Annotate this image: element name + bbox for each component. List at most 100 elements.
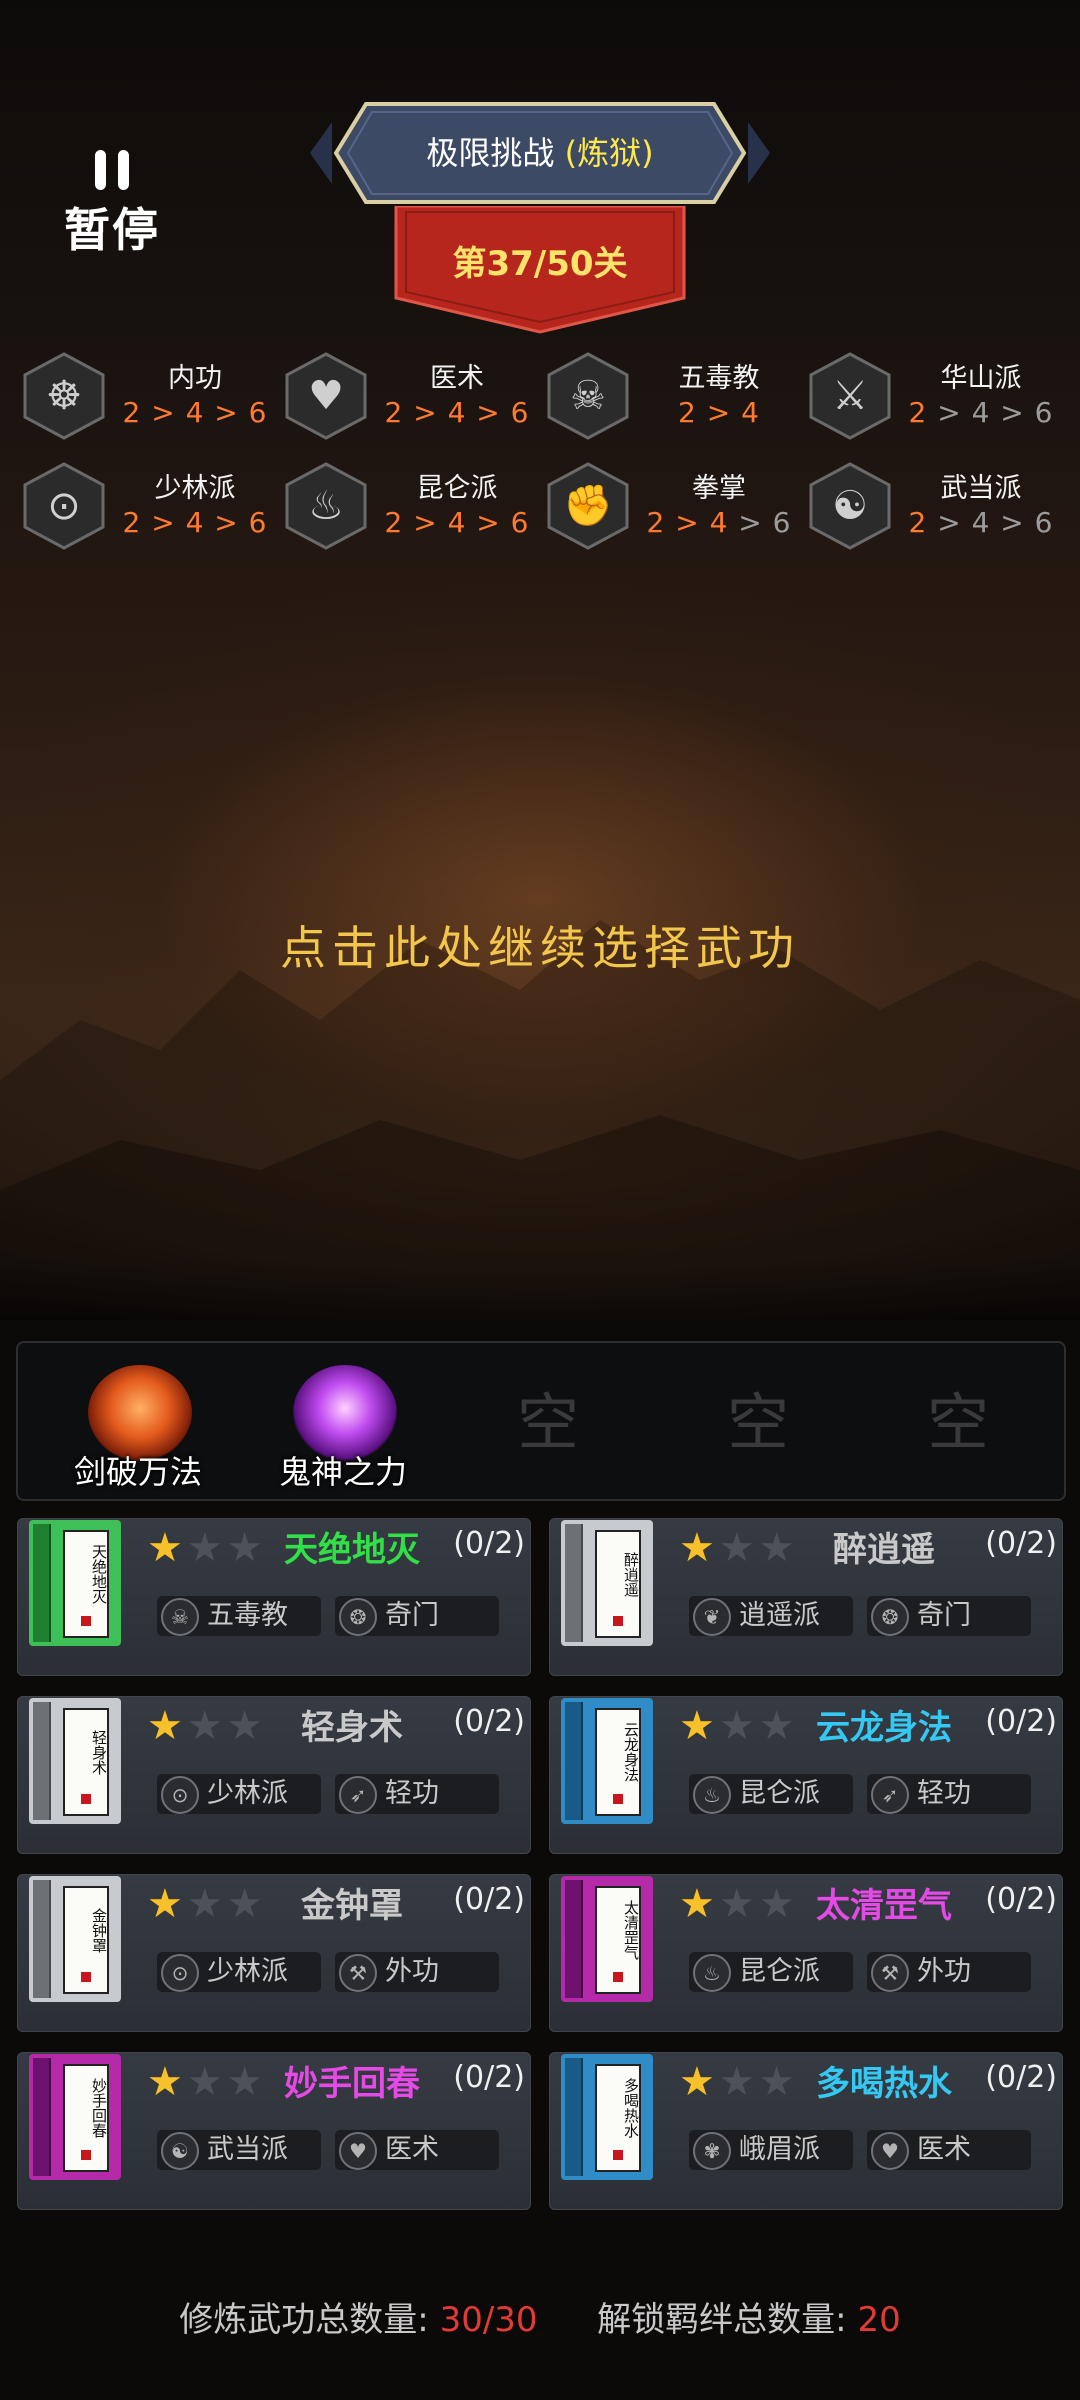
prayer-beads-icon: ⊙ [22,462,106,550]
equipped-skill-bar: 剑破万法 鬼神之力空空空 [16,1341,1066,1501]
bond-item[interactable]: ♥ 医术 2 > 4 > 6 [284,350,544,442]
star-icon: ★ [679,1525,715,1571]
skill-book-icon: 醉逍遥 [561,1520,653,1646]
book-title: 醉逍遥 [622,1551,640,1597]
sect-tag: ☠ 五毒教 [157,1596,321,1636]
bond-tiers: 2 > 4 > 6 [646,506,792,539]
axe-icon: ⚒ [339,1954,377,1992]
qimen-icon: ❂ [871,1598,909,1636]
type-tag: ❂ 奇门 [867,1596,1031,1636]
skill-book-icon: 云龙身法 [561,1698,653,1824]
star-icon: ★ [186,2059,223,2105]
bond-item[interactable]: ☸ 内功 2 > 4 > 6 [22,350,282,442]
bond-item[interactable]: ⊙ 少林派 2 > 4 > 6 [22,460,282,552]
star-rating: ★ ★ ★ [679,1528,799,1570]
skill-progress: (0/2) [453,2060,525,2095]
bond-count-value: 20 [857,2300,901,2340]
equipped-skill-slot[interactable]: 鬼神之力 [243,1343,443,1499]
star-rating: ★ ★ ★ [679,1706,799,1748]
pause-icon [52,150,172,190]
skill-card[interactable]: 妙手回春 ★ ★ ★ 妙手回春 (0/2) ☯ 武当派 ♥ 医术 [17,2052,531,2210]
skill-name: 轻身术 [301,1708,403,1748]
heart-hand-icon: ♥ [339,2132,377,2170]
book-title: 妙手回春 [90,2078,108,2138]
skill-progress: (0/2) [985,2060,1057,2095]
flame-icon: ♨ [284,462,368,550]
skill-name: 金钟罩 [301,1886,403,1926]
empty-skill-slot[interactable]: 空 [448,1343,648,1499]
skill-card[interactable]: 金钟罩 ★ ★ ★ 金钟罩 (0/2) ⊙ 少林派 ⚒ 外功 [17,1874,531,2032]
empty-slot-label: 空 [488,1369,608,1473]
book-title: 天绝地灭 [90,1544,108,1604]
star-rating: ★ ★ ★ [147,2062,267,2104]
type-tag: ➶ 轻功 [867,1774,1031,1814]
bond-name: 华山派 [940,363,1022,394]
skill-card[interactable]: 醉逍遥 ★ ★ ★ 醉逍遥 (0/2) ❦ 逍遥派 ❂ 奇门 [549,1518,1063,1676]
skill-name: 醉逍遥 [833,1530,935,1570]
star-icon: ★ [147,1881,183,1927]
star-icon: ★ [718,1703,755,1749]
skill-name: 云龙身法 [816,1708,952,1748]
star-icon: ★ [186,1525,223,1571]
bond-item[interactable]: ✊ 拳掌 2 > 4 > 6 [546,460,806,552]
skill-book-icon: 轻身术 [29,1698,121,1824]
skill-name: 太清罡气 [816,1886,952,1926]
book-title: 云龙身法 [622,1722,640,1782]
trained-count-value: 30/30 [439,2300,538,2340]
empty-skill-slot[interactable]: 空 [858,1343,1058,1499]
bond-tiers: 2 > 4 > 6 [384,506,530,539]
book-title: 太清罡气 [622,1900,640,1960]
bond-item[interactable]: ☯ 武当派 2 > 4 > 6 [808,460,1068,552]
pause-button[interactable]: 暂停 [52,140,172,260]
bond-item[interactable]: ♨ 昆仑派 2 > 4 > 6 [284,460,544,552]
skill-book-icon: 天绝地灭 [29,1520,121,1646]
star-icon: ★ [679,1703,715,1749]
skill-progress: (0/2) [453,1704,525,1739]
skill-book-icon: 太清罡气 [561,1876,653,2002]
equipped-skill-slot[interactable]: 剑破万法 [38,1343,238,1499]
star-icon: ★ [718,1881,755,1927]
bond-name: 武当派 [940,473,1022,504]
sect-tag: ❦ 逍遥派 [689,1596,853,1636]
skill-book-icon: 金钟罩 [29,1876,121,2002]
star-icon: ★ [147,1525,183,1571]
skill-card[interactable]: 轻身术 ★ ★ ★ 轻身术 (0/2) ⊙ 少林派 ➶ 轻功 [17,1696,531,1854]
skill-card[interactable]: 天绝地灭 ★ ★ ★ 天绝地灭 (0/2) ☠ 五毒教 ❂ 奇门 [17,1518,531,1676]
bond-item[interactable]: ☠ 五毒教 2 > 4 [546,350,806,442]
pause-label: 暂停 [64,203,160,257]
title-mode: (炼狱) [564,134,654,172]
flame-icon: ♨ [693,1776,731,1814]
bond-name: 内功 [168,363,222,394]
taiji-icon: ☯ [808,462,892,550]
bond-tiers: 2 > 4 [678,396,760,429]
sect-tag: ☯ 武当派 [157,2130,321,2170]
meditation-icon: ☸ [22,352,106,440]
sect-tag: ⊙ 少林派 [157,1774,321,1814]
xiaoyao-icon: ❦ [693,1598,731,1636]
trained-count-label: 修炼武功总数量: [179,2300,429,2340]
emei-icon: ✾ [693,2132,731,2170]
empty-skill-slot[interactable]: 空 [658,1343,858,1499]
type-tag: ⚒ 外功 [335,1952,499,1992]
sect-tag: ♨ 昆仑派 [689,1952,853,1992]
star-rating: ★ ★ ★ [147,1528,267,1570]
skill-progress: (0/2) [453,1882,525,1917]
skill-card[interactable]: 云龙身法 ★ ★ ★ 云龙身法 (0/2) ♨ 昆仑派 ➶ 轻功 [549,1696,1063,1854]
empty-slot-label: 空 [898,1369,1018,1473]
skill-name: 天绝地灭 [284,1530,420,1570]
bond-name: 昆仑派 [416,473,498,504]
heart-hand-icon: ♥ [284,352,368,440]
bond-tiers: 2 > 4 > 6 [908,506,1054,539]
skill-card[interactable]: 多喝热水 ★ ★ ★ 多喝热水 (0/2) ✾ 峨眉派 ♥ 医术 [549,2052,1063,2210]
taiji-icon: ☯ [161,2132,199,2170]
summary-footer: 修炼武功总数量: 30/30 解锁羁绊总数量: 20 [0,2292,1080,2341]
bond-item[interactable]: ⚔ 华山派 2 > 4 > 6 [808,350,1068,442]
empty-slot-label: 空 [698,1369,818,1473]
level-banner: 第37/50关 [392,206,688,336]
scorpion-icon: ☠ [546,352,630,440]
continue-select-prompt[interactable]: 点击此处继续选择武功 [0,912,1080,978]
prayer-beads-icon: ⊙ [161,1954,199,1992]
skill-card[interactable]: 太清罡气 ★ ★ ★ 太清罡气 (0/2) ♨ 昆仑派 ⚒ 外功 [549,1874,1063,2032]
book-title: 多喝热水 [622,2078,640,2138]
skill-name: 妙手回春 [284,2064,420,2104]
